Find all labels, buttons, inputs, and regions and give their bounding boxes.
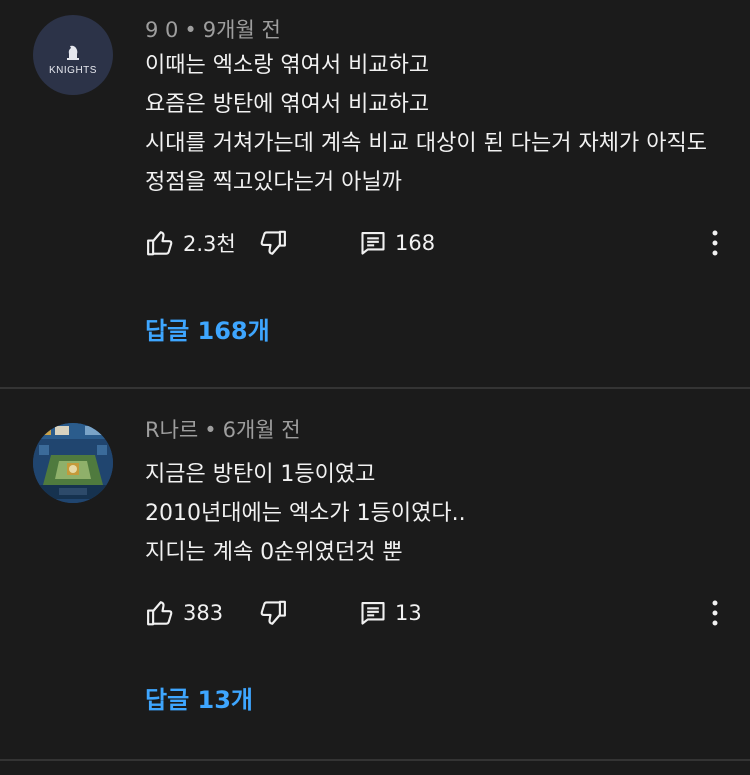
like-count: 383 bbox=[183, 601, 224, 625]
thumbs-down-icon bbox=[260, 600, 286, 625]
comment-icon bbox=[361, 232, 385, 255]
comment-actions: 2.3천 168 bbox=[145, 227, 725, 259]
comment-divider bbox=[0, 387, 750, 389]
comment-actions: 383 13 bbox=[145, 597, 725, 629]
thumbs-up-icon bbox=[147, 601, 173, 626]
knights-logo-icon bbox=[67, 45, 79, 60]
comment-line: 2010년대에는 엑소가 1등이였다.. bbox=[145, 501, 466, 526]
comment-line: 이때는 엑소랑 엮여서 비교하고 bbox=[145, 53, 430, 78]
comment-text: 이때는 엑소랑 엮여서 비교하고 요즘은 방탄에 엮여서 비교하고 시대를 거쳐… bbox=[145, 46, 707, 202]
avatar-logo-text: KNIGHTS bbox=[49, 65, 97, 76]
like-button[interactable]: 2.3천 bbox=[145, 227, 236, 259]
view-replies-link[interactable]: 답글 168개 bbox=[145, 311, 270, 346]
comment-line: 요즘은 방탄에 엮여서 비교하고 bbox=[145, 92, 430, 117]
comment-time: 9개월 전 bbox=[202, 18, 281, 42]
meta-separator: • bbox=[184, 18, 197, 42]
dislike-button[interactable] bbox=[258, 597, 288, 629]
like-button[interactable]: 383 bbox=[145, 597, 223, 629]
avatar[interactable] bbox=[33, 423, 113, 503]
more-options-button[interactable] bbox=[705, 227, 725, 259]
like-count: 2.3천 bbox=[183, 232, 236, 256]
view-replies-link[interactable]: 답글 13개 bbox=[145, 680, 253, 715]
comment-divider bbox=[0, 759, 750, 761]
comment-line: 지금은 방탄이 1등이였고 bbox=[145, 462, 376, 487]
comment-line: 정점을 찍고있다는거 아닐까 bbox=[145, 170, 402, 195]
more-vertical-icon bbox=[712, 600, 718, 626]
reply-count: 168 bbox=[395, 231, 436, 255]
avatar[interactable]: KNIGHTS bbox=[33, 15, 113, 95]
comment-text: 지금은 방탄이 1등이였고 2010년대에는 엑소가 1등이였다.. 지디는 계… bbox=[145, 455, 466, 572]
reply-button[interactable]: 168 bbox=[359, 227, 435, 259]
thumbs-up-icon bbox=[147, 231, 173, 256]
comment-meta: R나르 • 6개월 전 bbox=[145, 414, 301, 444]
reply-count: 13 bbox=[395, 601, 422, 625]
comment-line: 지디는 계속 0순위였던것 뿐 bbox=[145, 540, 403, 565]
more-vertical-icon bbox=[712, 230, 718, 256]
more-options-button[interactable] bbox=[705, 597, 725, 629]
comment-time: 6개월 전 bbox=[222, 418, 301, 442]
comment-item: KNIGHTS 9 0 • 9개월 전 이때는 엑소랑 엮여서 비교하고 요즘은 방… bbox=[0, 0, 750, 388]
comment-icon bbox=[361, 602, 385, 625]
reply-button[interactable]: 13 bbox=[359, 597, 422, 629]
thumbs-down-icon bbox=[260, 230, 286, 255]
comment-line: 시대를 거쳐가는데 계속 비교 대상이 된 다는거 자체가 아직도 bbox=[145, 131, 707, 156]
comment-meta: 9 0 • 9개월 전 bbox=[145, 14, 281, 44]
meta-separator: • bbox=[204, 418, 217, 442]
game-thumbnail-icon bbox=[33, 423, 113, 503]
dislike-button[interactable] bbox=[258, 227, 288, 259]
comment-item: R나르 • 6개월 전 지금은 방탄이 1등이였고 2010년대에는 엑소가 1등이… bbox=[0, 390, 750, 760]
author-name[interactable]: R나르 bbox=[145, 418, 198, 442]
author-name[interactable]: 9 0 bbox=[145, 18, 178, 42]
